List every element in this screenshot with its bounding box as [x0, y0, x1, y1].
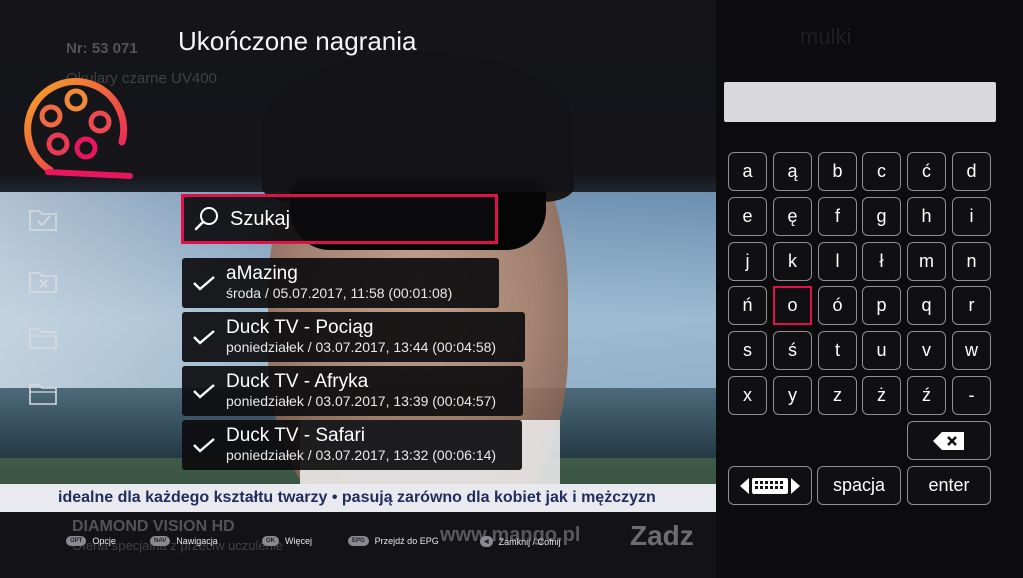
key-b[interactable]: b	[818, 152, 857, 191]
keyboard-panel: mulki aąbcćd eęfghi jklłmn ńoópqr sśtuvw xyzż…	[716, 0, 1023, 578]
check-icon	[193, 438, 215, 453]
key-j[interactable]: j	[728, 242, 767, 281]
key-d[interactable]: d	[952, 152, 991, 191]
key-r[interactable]: r	[952, 286, 991, 325]
keyboard-layout-key[interactable]	[728, 466, 812, 505]
background-channel: DIAMOND VISION HD	[72, 518, 235, 535]
hint-back: ◀ Zamknij / Cofnij	[480, 536, 561, 547]
check-icon	[193, 330, 215, 345]
backspace-icon	[933, 431, 964, 450]
recording-meta: środa / 05.07.2017, 11:58 (00:01:08)	[226, 285, 453, 301]
recording-item[interactable]: Duck TV - Afryka poniedziałek / 03.07.20…	[182, 366, 523, 416]
key-k[interactable]: k	[773, 242, 812, 281]
key-ą[interactable]: ą	[773, 152, 812, 191]
key-w[interactable]: w	[952, 331, 991, 370]
recording-meta: poniedziałek / 03.07.2017, 13:39 (00:04:…	[226, 393, 497, 409]
nav-button-icon: NAV	[150, 536, 171, 546]
background-call: Zadz	[630, 520, 694, 551]
key-n[interactable]: n	[952, 242, 991, 281]
key-p[interactable]: p	[862, 286, 901, 325]
key-c[interactable]: c	[862, 152, 901, 191]
key-ę[interactable]: ę	[773, 197, 812, 236]
hint-options: OPT Opcje	[66, 536, 116, 546]
space-key[interactable]: spacja	[817, 466, 901, 505]
hint-navigation: NAV Nawigacja	[150, 536, 218, 546]
key-ó[interactable]: ó	[818, 286, 857, 325]
search-label: Szukaj	[230, 207, 291, 230]
key-ś[interactable]: ś	[773, 331, 812, 370]
checked-folder-icon[interactable]	[28, 206, 58, 232]
recording-title: Duck TV - Afryka	[226, 371, 369, 392]
background-ticker: idealne dla każdego kształtu twarzy • pa…	[0, 484, 716, 512]
search-field[interactable]: Szukaj	[181, 194, 498, 244]
key-l[interactable]: l	[818, 242, 857, 281]
recording-title: Duck TV - Pociąg	[226, 317, 374, 338]
key-g[interactable]: g	[862, 197, 901, 236]
recording-title: Duck TV - Safari	[226, 425, 366, 446]
background-order-number: Nr: 53 071	[66, 40, 138, 57]
key-h[interactable]: h	[907, 197, 946, 236]
key-e[interactable]: e	[728, 197, 767, 236]
folder-icon[interactable]	[28, 380, 58, 406]
key-m[interactable]: m	[907, 242, 946, 281]
film-reel-icon	[24, 77, 133, 179]
recording-title: aMazing	[226, 263, 298, 284]
key--[interactable]: -	[952, 376, 991, 415]
key-t[interactable]: t	[818, 331, 857, 370]
hint-more: OK Więcej	[262, 536, 312, 546]
page-title: Ukończone nagrania	[178, 26, 417, 56]
hint-epg: EPG Przejdź do EPG	[348, 536, 439, 546]
recording-item[interactable]: Duck TV - Safari poniedziałek / 03.07.20…	[182, 420, 522, 470]
recording-item[interactable]: aMazing środa / 05.07.2017, 11:58 (00:01…	[182, 258, 499, 308]
key-u[interactable]: u	[862, 331, 901, 370]
key-ć[interactable]: ć	[907, 152, 946, 191]
key-y[interactable]: y	[773, 376, 812, 415]
key-x[interactable]: x	[728, 376, 767, 415]
key-ł[interactable]: ł	[862, 242, 901, 281]
key-f[interactable]: f	[818, 197, 857, 236]
folder-icon[interactable]	[28, 324, 58, 350]
key-ż[interactable]: ż	[862, 376, 901, 415]
opt-button-icon: OPT	[66, 536, 87, 546]
ok-button-icon: OK	[262, 536, 279, 546]
key-v[interactable]: v	[907, 331, 946, 370]
back-button-icon: ◀	[480, 536, 493, 547]
check-icon	[193, 384, 215, 399]
recording-item[interactable]: Duck TV - Pociąg poniedziałek / 03.07.20…	[182, 312, 525, 362]
background-ghost-brand: mulki	[800, 24, 852, 49]
key-q[interactable]: q	[907, 286, 946, 325]
epg-button-icon: EPG	[348, 536, 369, 546]
search-icon	[194, 207, 218, 231]
key-s[interactable]: s	[728, 331, 767, 370]
key-i[interactable]: i	[952, 197, 991, 236]
keyboard-icon	[740, 477, 800, 494]
key-ń[interactable]: ń	[728, 286, 767, 325]
key-a[interactable]: a	[728, 152, 767, 191]
key-z[interactable]: z	[818, 376, 857, 415]
keyboard-input[interactable]	[724, 82, 996, 122]
enter-key[interactable]: enter	[907, 466, 991, 505]
recording-meta: poniedziałek / 03.07.2017, 13:44 (00:04:…	[226, 339, 497, 355]
key-o[interactable]: o	[773, 286, 812, 325]
recording-meta: poniedziałek / 03.07.2017, 13:32 (00:06:…	[226, 447, 497, 463]
key-ź[interactable]: ź	[907, 376, 946, 415]
deleted-folder-icon[interactable]	[28, 268, 58, 294]
check-icon	[193, 276, 215, 291]
backspace-key[interactable]	[907, 421, 991, 460]
